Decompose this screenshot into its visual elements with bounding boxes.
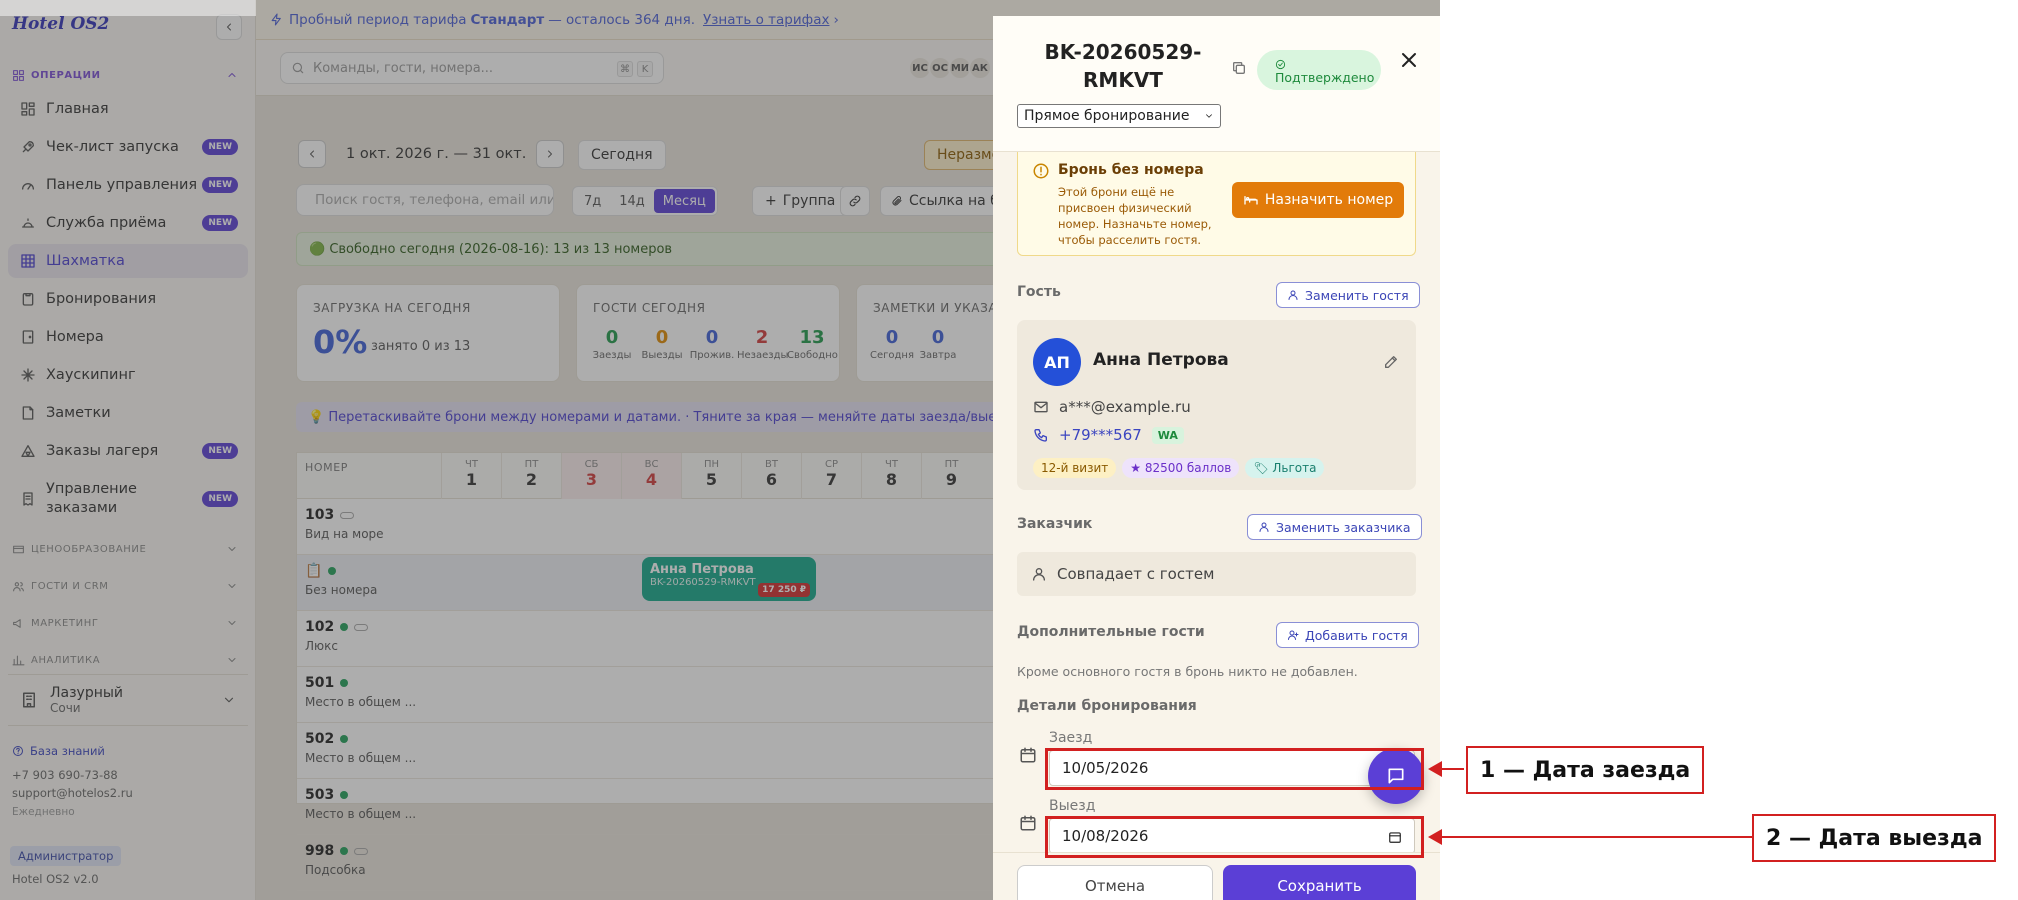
status-text: Подтверждено	[1275, 70, 1375, 85]
points-tag: ★ 82500 баллов	[1122, 458, 1240, 478]
booking-source-value: Прямое бронирование	[1024, 108, 1190, 124]
booking-number: BK-20260529- RMKVT	[1023, 38, 1223, 94]
replace-guest-label: Заменить гостя	[1305, 287, 1409, 303]
extra-guests-title: Дополнительные гости	[1017, 624, 1205, 640]
booking-details-title: Детали бронирования	[1017, 698, 1197, 714]
calendar-icon	[1019, 814, 1037, 832]
replace-payer-label: Заменить заказчика	[1276, 519, 1411, 535]
save-button[interactable]: Сохранить	[1223, 865, 1416, 900]
arrow-checkout	[1440, 836, 1752, 838]
warning-title: Бронь без номера	[1058, 162, 1204, 178]
guest-avatar: АП	[1033, 338, 1081, 386]
replace-guest-button[interactable]: Заменить гостя	[1276, 282, 1420, 308]
user-plus-icon	[1287, 629, 1299, 641]
mail-icon	[1033, 399, 1049, 415]
guest-tags: 12-й визит ★ 82500 баллов 🏷 Льгота	[1033, 458, 1325, 478]
booking-number-line1: BK-20260529-	[1044, 40, 1202, 64]
guest-section-title: Гость	[1017, 284, 1061, 300]
check-circle-icon	[1275, 59, 1286, 70]
payer-value: Совпадает с гостем	[1057, 565, 1215, 583]
callout-checkin: 1 — Дата заезда	[1466, 746, 1704, 794]
whatsapp-badge[interactable]: WA	[1151, 426, 1184, 444]
chevron-down-icon	[1204, 111, 1214, 121]
guest-card: АП Анна Петрова a***@example.ru +79***56…	[1017, 320, 1416, 490]
payer-field: Совпадает с гостем	[1017, 552, 1416, 596]
warning-text: Этой брони ещё не присвоен физический но…	[1058, 185, 1212, 247]
guest-email-text: a***@example.ru	[1059, 398, 1191, 416]
user-icon	[1031, 566, 1047, 582]
status-badge: Подтверждено	[1257, 50, 1381, 90]
add-guest-label: Добавить гостя	[1305, 627, 1408, 643]
drawer-header: BK-20260529- RMKVT Подтверждено Прямое б…	[993, 16, 1440, 152]
guest-email[interactable]: a***@example.ru	[1033, 398, 1191, 416]
guest-phone[interactable]: +79***567 WA	[1033, 426, 1184, 444]
user-icon	[1287, 289, 1299, 301]
cancel-button[interactable]: Отмена	[1017, 865, 1213, 900]
replace-payer-button[interactable]: Заменить заказчика	[1247, 514, 1422, 540]
calendar-icon	[1019, 746, 1037, 764]
booking-number-line2: RMKVT	[1083, 68, 1163, 92]
benefit-tag: 🏷 Льгота	[1245, 458, 1325, 478]
no-room-warning: Бронь без номера Этой брони ещё не присв…	[1017, 152, 1416, 256]
copy-icon[interactable]	[1231, 60, 1247, 76]
guest-name[interactable]: Анна Петрова	[1093, 350, 1229, 370]
extra-guests-note: Кроме основного гостя в бронь никто не д…	[1017, 664, 1358, 679]
checkout-label: Выезд	[1049, 798, 1096, 814]
highlight-checkin	[1045, 748, 1424, 790]
visit-tag: 12-й визит	[1033, 458, 1117, 478]
bed-icon	[1243, 192, 1259, 208]
booking-source-select[interactable]: Прямое бронирование	[1017, 104, 1221, 128]
guest-phone-text: +79***567	[1059, 426, 1142, 444]
edit-icon[interactable]	[1383, 354, 1399, 370]
phone-icon	[1033, 427, 1049, 443]
add-guest-button[interactable]: Добавить гостя	[1276, 622, 1419, 648]
assign-room-label: Назначить номер	[1264, 192, 1394, 208]
assign-room-button[interactable]: Назначить номер	[1232, 182, 1404, 218]
close-icon[interactable]	[1397, 48, 1421, 72]
alert-icon	[1032, 162, 1050, 180]
highlight-checkout	[1045, 816, 1424, 858]
arrow-checkin	[1440, 768, 1464, 770]
callout-checkout: 2 — Дата выезда	[1752, 814, 1996, 862]
payer-section-title: Заказчик	[1017, 516, 1093, 532]
user-icon	[1258, 521, 1270, 533]
checkin-label: Заезд	[1049, 730, 1093, 746]
drawer-footer: Отмена Сохранить	[993, 852, 1440, 900]
